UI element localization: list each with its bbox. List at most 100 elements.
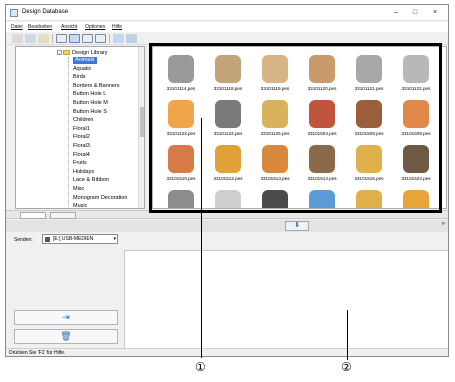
collapse-panel-icon[interactable]: » [442, 221, 445, 227]
thumbnail-item[interactable]: 33101123.pes [159, 98, 203, 146]
thumbnail-item[interactable]: 33101124.pes [206, 98, 250, 146]
status-bar: Drücken Sie 'F1' für Hilfe. [6, 348, 448, 356]
thumbnail-item[interactable]: 33101118.pes [206, 53, 250, 101]
large-thumbnails-icon[interactable] [56, 34, 67, 43]
thumbnail-filename: 33101514.pes [307, 176, 337, 181]
maximize-button[interactable]: □ [407, 7, 423, 19]
details-view-icon[interactable] [95, 34, 106, 43]
thumbnail-item[interactable]: 33101514.pes [300, 143, 344, 191]
elephant-icon [309, 190, 335, 208]
thumbnail-item[interactable]: 33101512.pes [206, 143, 250, 191]
usb-drive-icon [45, 237, 50, 242]
thumbnail-filename: 33101125.pes [260, 131, 290, 136]
thumbnail-filename: 33101522.pes [401, 176, 431, 181]
tree-item[interactable]: Monogram Decoration [73, 195, 127, 202]
menu-datei[interactable]: Datei [11, 24, 23, 30]
tree-item[interactable]: Button Hole L [73, 91, 106, 98]
tab-device[interactable] [20, 212, 46, 219]
tab-folder[interactable] [50, 212, 76, 219]
thumbnail-filename: 33101510.pes [166, 176, 196, 181]
tree-item[interactable]: Aquatic [73, 66, 91, 73]
import-icon[interactable] [113, 34, 124, 43]
transfer-down-button[interactable]: ⬇ [285, 221, 309, 231]
thumbnail-filename: 33101512.pes [213, 176, 243, 181]
thumbnail-item[interactable]: 33101510.pes [159, 143, 203, 191]
menu-bearbeiten[interactable]: Bearbeiten [28, 24, 52, 30]
chevron-down-icon: ▾ [113, 236, 116, 242]
paste-icon[interactable] [38, 34, 49, 43]
tree-item[interactable]: Floral2 [73, 134, 90, 141]
thumbnail-item[interactable]: 33101513.pes [253, 143, 297, 191]
menu-optionen[interactable]: Optionen [85, 24, 105, 30]
tree-scrollbar[interactable] [138, 47, 144, 208]
thumbnail-filename: 33101513.pes [260, 176, 290, 181]
thumbnail-filename: 33101120.pes [307, 86, 337, 91]
design-database-window: Design Database – □ × Datei Bearbeiten A… [5, 4, 449, 357]
tree-item[interactable]: Button Hole S [73, 109, 107, 116]
thumbnail-item[interactable]: 33101120.pes [300, 53, 344, 101]
tree-item[interactable]: Animals [73, 57, 97, 64]
thumbnail-item[interactable] [206, 188, 250, 208]
tree-root-design-library[interactable]: Design Library [63, 50, 107, 57]
cat-icon [403, 55, 429, 83]
thumbnail-item[interactable]: 33101125.pes [253, 98, 297, 146]
device-contents-area[interactable] [124, 250, 448, 350]
tree-item[interactable]: Holidays [73, 169, 94, 176]
thumbnail-filename: 33101123.pes [166, 131, 196, 136]
thumbnail-grid: 33101114.pes 33101118.pes 33101119.pes 3310… [152, 46, 447, 209]
tree-item[interactable]: Fruits [73, 160, 87, 167]
tree-item[interactable]: Children [73, 117, 93, 124]
bear-icon [309, 100, 335, 128]
close-button[interactable]: × [427, 7, 443, 19]
thumbnail-filename: 33101119.pes [260, 86, 290, 91]
beetle-icon [403, 145, 429, 173]
tree-item[interactable]: Borders & Banners [73, 83, 119, 90]
transfer-toolbar: ⬇ » [6, 220, 448, 232]
thumbnail-item[interactable] [253, 188, 297, 208]
menu-hilfe[interactable]: Hilfe [112, 24, 122, 30]
thumbnail-item[interactable]: 33101509.pes [394, 98, 438, 146]
tree-scroll-thumb[interactable] [140, 107, 144, 137]
tree-item[interactable]: Misc [73, 186, 84, 193]
thumbnail-item[interactable]: 33101114.pes [159, 53, 203, 101]
thumbnail-item[interactable]: 33101121.pes [347, 53, 391, 101]
delete-button[interactable]: 🗑 [14, 329, 118, 344]
collapse-icon[interactable]: - [57, 50, 62, 55]
copy-icon[interactable] [25, 34, 36, 43]
animal-icon [215, 190, 241, 208]
thumbnail-item[interactable]: 33101515.pes [347, 143, 391, 191]
cat-icon [262, 100, 288, 128]
cut-icon[interactable] [12, 34, 23, 43]
send-button[interactable]: ⇥ [14, 310, 118, 325]
tree-item[interactable]: Floral3 [73, 143, 90, 150]
minimize-button[interactable]: – [388, 7, 404, 19]
bear-icon [356, 145, 382, 173]
export-icon[interactable] [126, 34, 137, 43]
bear-icon [309, 145, 335, 173]
menu-bar: Datei Bearbeiten Ansicht Optionen Hilfe [6, 22, 448, 32]
tree-item[interactable]: Button Hole M [73, 100, 108, 107]
send-label: Senden: [14, 237, 33, 243]
menu-ansicht[interactable]: Ansicht [61, 24, 77, 30]
thumbnail-item[interactable] [300, 188, 344, 208]
thumbnail-item[interactable]: 33101522.pes [394, 143, 438, 191]
thumbnail-item[interactable]: 33101508.pes [347, 98, 391, 146]
send-destination-select[interactable]: [E:] USB-MEDIEN ▾ [42, 234, 118, 244]
folder-icon [63, 50, 70, 56]
tree-item[interactable]: Lace & Ribbon [73, 177, 109, 184]
thumbnail-item[interactable]: 33101119.pes [253, 53, 297, 101]
thumbnail-item[interactable]: 33101504.pes [300, 98, 344, 146]
medium-thumbnails-icon[interactable] [69, 34, 80, 43]
thumbnail-item[interactable]: 33101122.pes [394, 53, 438, 101]
window-title: Design Database [22, 9, 69, 15]
lion-icon [403, 190, 429, 208]
tree-item[interactable]: Birds [73, 74, 86, 81]
dog-icon [215, 55, 241, 83]
thumbnail-item[interactable] [394, 188, 438, 208]
thumbnail-item[interactable] [347, 188, 391, 208]
tree-item[interactable]: Floral1 [73, 126, 90, 133]
small-thumbnails-icon[interactable] [82, 34, 93, 43]
tree-item[interactable]: Music [73, 203, 87, 208]
tree-item[interactable]: Floral4 [73, 152, 90, 159]
thumbnail-item[interactable] [159, 188, 203, 208]
